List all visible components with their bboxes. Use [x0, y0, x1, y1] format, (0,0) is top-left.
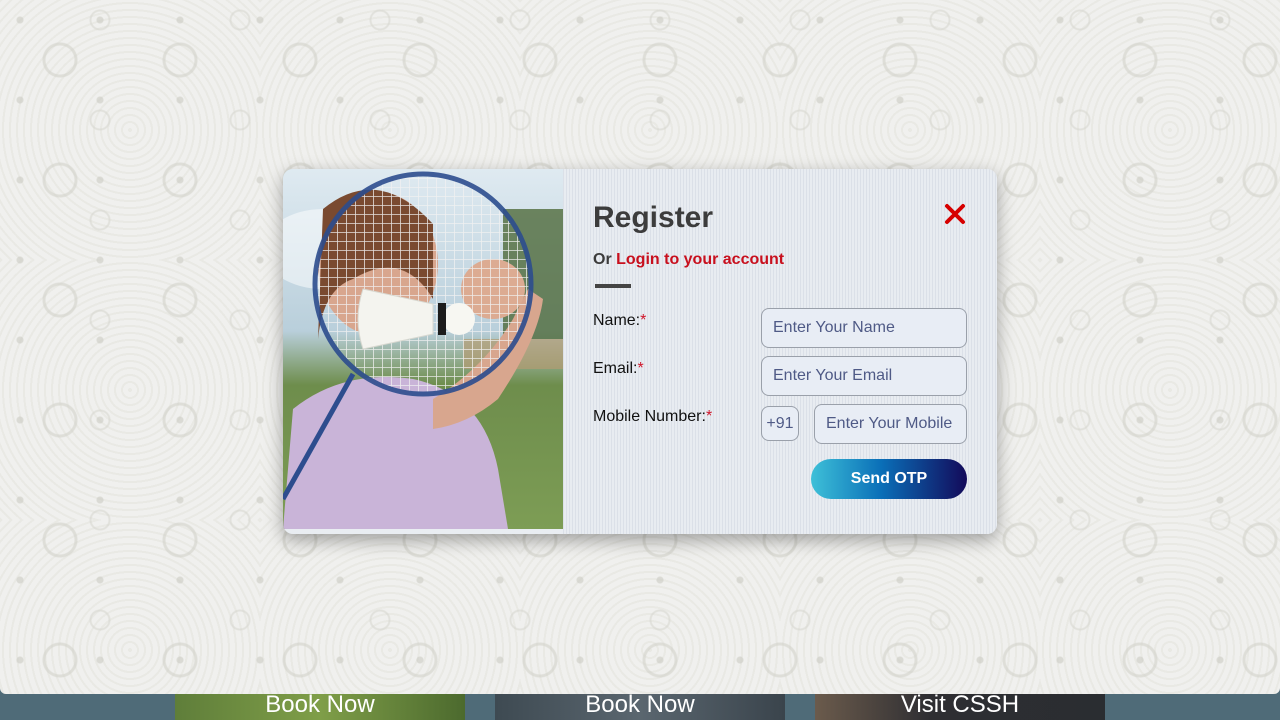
name-label-text: Name: — [593, 312, 641, 329]
badminton-illustration — [283, 169, 563, 529]
register-modal: Register Or Login to your account Name:*… — [283, 169, 997, 534]
send-otp-button[interactable]: Send OTP — [811, 459, 967, 499]
title-divider — [595, 284, 631, 288]
book-now-label: Book Now — [585, 691, 695, 718]
mobile-input[interactable] — [814, 404, 967, 444]
book-now-tile-2[interactable]: Book Now — [495, 690, 785, 720]
email-label: Email:* — [593, 360, 644, 378]
book-now-tile-1[interactable]: Book Now — [175, 690, 465, 720]
mobile-label-text: Mobile Number: — [593, 408, 706, 425]
visit-cssh-tile[interactable]: Visit CSSH — [815, 690, 1105, 720]
modal-title: Register — [593, 201, 714, 234]
login-link[interactable]: Login to your account — [616, 251, 784, 268]
login-prompt-prefix: Or — [593, 251, 612, 268]
name-input[interactable] — [761, 308, 967, 348]
register-form: Register Or Login to your account Name:*… — [563, 169, 997, 534]
name-label: Name:* — [593, 312, 646, 330]
bottom-feature-strip: Book Now Book Now Visit CSSH — [0, 690, 1280, 720]
badminton-player-image — [283, 169, 563, 529]
login-prompt: Or Login to your account — [593, 251, 784, 269]
required-mark: * — [637, 360, 644, 377]
email-label-text: Email: — [593, 360, 638, 377]
required-mark: * — [705, 408, 713, 425]
email-input[interactable] — [761, 356, 967, 396]
country-code-field: +91 — [761, 406, 799, 441]
book-now-label: Book Now — [265, 691, 375, 718]
visit-cssh-label: Visit CSSH — [900, 691, 1020, 718]
mobile-label: Mobile Number:* — [593, 408, 712, 426]
close-icon[interactable] — [943, 202, 967, 226]
required-mark: * — [640, 312, 647, 329]
